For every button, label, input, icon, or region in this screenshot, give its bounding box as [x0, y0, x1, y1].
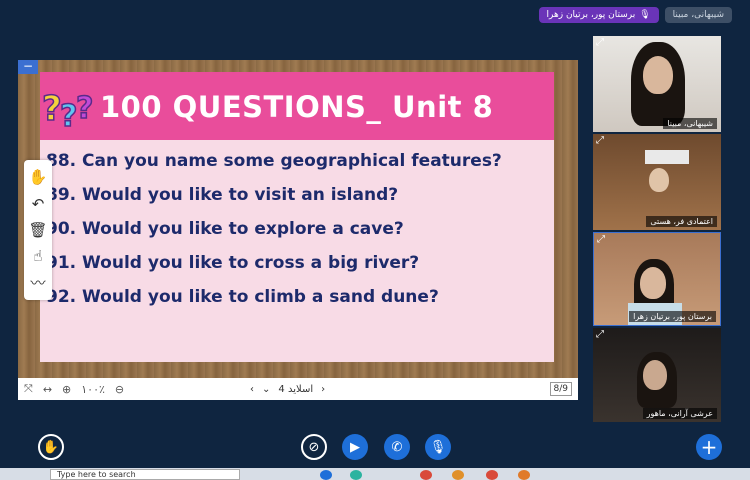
- expand-icon[interactable]: ⤢: [596, 38, 604, 48]
- zoom-level: ۱۰۰٪: [81, 382, 105, 396]
- prev-slide-icon[interactable]: ‹: [250, 384, 254, 395]
- meeting-controls: ✋ ⊘ ▶ ✆ 🎙 +: [0, 430, 750, 466]
- app-window: شیبهانی، مبینا 🎙 برستان پور، برتیان زهرا…: [0, 0, 750, 468]
- question-item: 88. Can you name some geographical featu…: [46, 151, 502, 171]
- taskbar-search-input[interactable]: Type here to search: [50, 469, 240, 480]
- share-screen-button[interactable]: ⊘: [301, 434, 327, 460]
- speaker-chip[interactable]: شیبهانی، مبینا: [664, 7, 732, 23]
- chrome-icon[interactable]: [486, 470, 498, 480]
- actions-plus-button[interactable]: +: [696, 434, 722, 460]
- fit-width-icon[interactable]: ↔: [43, 383, 52, 396]
- chrome-icon[interactable]: [420, 470, 432, 480]
- svg-text:?: ?: [76, 91, 93, 126]
- zoom-in-icon[interactable]: ⊕: [62, 383, 71, 396]
- participant-name: برستان پور، برتیان زهرا: [629, 311, 716, 322]
- annotation-toolbar: ✋ ↶ 🗑 ☝ 〰: [24, 160, 52, 300]
- active-speakers: شیبهانی، مبینا 🎙 برستان پور، برتیان زهرا: [538, 7, 732, 23]
- question-marks-icon: ? ? ?: [42, 88, 94, 132]
- slide-label[interactable]: اسلاید 4: [278, 384, 313, 395]
- undo-icon[interactable]: ↶: [32, 196, 45, 212]
- question-item: 90. Would you like to explore a cave?: [46, 219, 404, 239]
- trash-icon[interactable]: 🗑: [28, 222, 47, 238]
- slide-dropdown-icon[interactable]: ⌄: [262, 384, 270, 395]
- plus-icon: +: [700, 435, 718, 459]
- microphone-button[interactable]: 🎙: [425, 434, 451, 460]
- pointer-icon[interactable]: ☝: [33, 248, 42, 264]
- expand-icon[interactable]: ⤢: [596, 136, 604, 146]
- phone-button[interactable]: ✆: [384, 434, 410, 460]
- chart-icon[interactable]: 〰: [30, 275, 45, 291]
- page-count: 8/9: [549, 382, 572, 396]
- phone-icon: ✆: [391, 439, 403, 455]
- app-icon[interactable]: [320, 470, 332, 480]
- app-icon[interactable]: [350, 470, 362, 480]
- fit-screen-icon[interactable]: ⤧: [24, 382, 33, 396]
- svg-text:?: ?: [42, 89, 62, 129]
- expand-icon[interactable]: ⤢: [597, 235, 605, 245]
- video-tile[interactable]: ⤢ شیبهانی، مبینا: [593, 36, 721, 132]
- question-item: 89. Would you like to visit an island?: [46, 185, 399, 205]
- slide-control-bar: ⤧ ↔ ⊕ ۱۰۰٪ ⊖ ‹ ⌄ اسلاید 4 › 8/9: [18, 378, 578, 400]
- video-tile-active[interactable]: ⤢ برستان پور، برتیان زهرا: [593, 232, 721, 326]
- participant-name: اعتمادی فر، هستی: [646, 216, 717, 227]
- question-list: 88. Can you name some geographical featu…: [46, 144, 502, 314]
- slide-title: 100 QUESTIONS_ Unit 8: [100, 90, 494, 124]
- video-tile[interactable]: ⤢ اعتمادی فر، هستی: [593, 134, 721, 230]
- participant-name: شیبهانی، مبینا: [663, 118, 717, 129]
- speaker-chip-active[interactable]: 🎙 برستان پور، برتیان زهرا: [538, 7, 659, 23]
- question-item: 91. Would you like to cross a big river?: [46, 253, 420, 273]
- minimize-presentation-button[interactable]: −: [18, 60, 38, 74]
- mic-icon: 🎙: [639, 10, 651, 20]
- question-item: 92. Would you like to climb a sand dune?: [46, 287, 439, 307]
- app-icon[interactable]: [452, 470, 464, 480]
- next-slide-icon[interactable]: ›: [321, 384, 325, 395]
- camera-icon: ▶: [350, 439, 360, 455]
- screen-share-off-icon: ⊘: [308, 439, 320, 455]
- participant-name: عرشی آرانی، ماهور: [642, 408, 717, 419]
- svg-text:?: ?: [60, 99, 77, 132]
- raise-hand-button[interactable]: ✋: [38, 434, 64, 460]
- presentation-area: − ? ? ? 100 QUESTIONS_ Unit 8 88. Can yo…: [18, 60, 578, 400]
- mic-icon: 🎙: [429, 439, 447, 455]
- camera-button[interactable]: ▶: [342, 434, 368, 460]
- video-tile[interactable]: ⤢ عرشی آرانی، ماهور: [593, 328, 721, 422]
- expand-icon[interactable]: ⤢: [596, 330, 604, 340]
- hand-icon[interactable]: ✋: [29, 169, 48, 185]
- app-icon[interactable]: [518, 470, 530, 480]
- raise-hand-icon: ✋: [42, 439, 60, 455]
- zoom-out-icon[interactable]: ⊖: [115, 383, 124, 396]
- os-taskbar: Type here to search: [0, 468, 750, 480]
